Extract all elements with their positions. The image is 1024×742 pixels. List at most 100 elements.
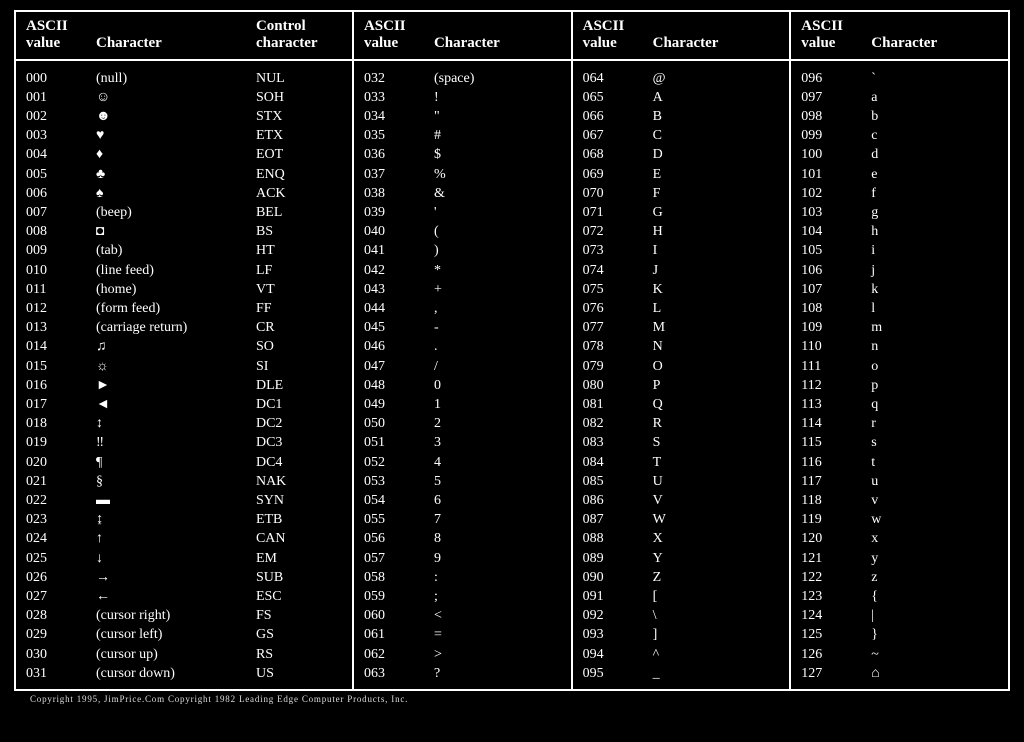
ascii-character: 0 xyxy=(422,376,565,395)
ascii-character: ! xyxy=(422,88,565,107)
table-row: 075K xyxy=(583,280,784,299)
ascii-value: 018 xyxy=(26,414,84,433)
ascii-character: c xyxy=(859,126,1002,145)
ascii-value: 020 xyxy=(26,453,84,472)
control-character: ESC xyxy=(256,587,346,606)
ascii-character: (cursor left) xyxy=(84,625,256,644)
ascii-character: B xyxy=(641,107,784,126)
ascii-character: → xyxy=(84,568,256,587)
table-row: 004♦EOT xyxy=(26,145,346,164)
table-row: 011(home)VT xyxy=(26,280,346,299)
ascii-character: (tab) xyxy=(84,241,256,260)
table-row: 027←ESC xyxy=(26,587,346,606)
ascii-character: Y xyxy=(641,549,784,568)
ascii-character: ♠ xyxy=(84,184,256,203)
ascii-value: 004 xyxy=(26,145,84,164)
control-character: DC4 xyxy=(256,453,346,472)
ascii-value: 072 xyxy=(583,222,641,241)
ascii-value: 037 xyxy=(364,165,422,184)
table-row: 0535 xyxy=(364,472,565,491)
ascii-value: 116 xyxy=(801,453,859,472)
ascii-character: 1 xyxy=(422,395,565,414)
ascii-value: 022 xyxy=(26,491,84,510)
ascii-value: 061 xyxy=(364,625,422,644)
ascii-value: 100 xyxy=(801,145,859,164)
ascii-character: r xyxy=(859,414,1002,433)
table-row: 122z xyxy=(801,568,1002,587)
ascii-table: ASCII value Character Control character … xyxy=(14,10,1010,691)
table-row: 095_ xyxy=(583,664,784,683)
ascii-value: 119 xyxy=(801,510,859,529)
table-row: 0524 xyxy=(364,453,565,472)
table-row: 069E xyxy=(583,165,784,184)
ascii-value: 103 xyxy=(801,203,859,222)
ascii-character: h xyxy=(859,222,1002,241)
table-row: 083S xyxy=(583,433,784,452)
ascii-character: W xyxy=(641,510,784,529)
table-row: 037% xyxy=(364,165,565,184)
table-row: 079O xyxy=(583,357,784,376)
ascii-character: Q xyxy=(641,395,784,414)
ascii-value: 035 xyxy=(364,126,422,145)
table-row: 120x xyxy=(801,529,1002,548)
ascii-character: ♣ xyxy=(84,165,256,184)
ascii-character: q xyxy=(859,395,1002,414)
control-character: EM xyxy=(256,549,346,568)
ascii-value: 069 xyxy=(583,165,641,184)
ascii-value: 030 xyxy=(26,645,84,664)
ascii-character: ♦ xyxy=(84,145,256,164)
table-row: 046. xyxy=(364,337,565,356)
ascii-value: 028 xyxy=(26,606,84,625)
ascii-value: 017 xyxy=(26,395,84,414)
ascii-value: 048 xyxy=(364,376,422,395)
column-0: 000(null)NUL001☺SOH002☻STX003♥ETX004♦EOT… xyxy=(15,60,353,691)
ascii-value: 112 xyxy=(801,376,859,395)
table-row: 031(cursor down)US xyxy=(26,664,346,683)
ascii-value: 027 xyxy=(26,587,84,606)
ascii-value: 050 xyxy=(364,414,422,433)
ascii-value: 045 xyxy=(364,318,422,337)
table-row: 119w xyxy=(801,510,1002,529)
control-character: SOH xyxy=(256,88,346,107)
ascii-value: 060 xyxy=(364,606,422,625)
ascii-value: 125 xyxy=(801,625,859,644)
ascii-character: 2 xyxy=(422,414,565,433)
ascii-character: ) xyxy=(422,241,565,260)
table-row: 091[ xyxy=(583,587,784,606)
control-character: FF xyxy=(256,299,346,318)
ascii-character: u xyxy=(859,472,1002,491)
table-row: 071G xyxy=(583,203,784,222)
ascii-character: } xyxy=(859,625,1002,644)
header-control-character: Control character xyxy=(256,18,346,53)
ascii-character: ¶ xyxy=(84,453,256,472)
ascii-character: m xyxy=(859,318,1002,337)
table-row: 116t xyxy=(801,453,1002,472)
ascii-character: i xyxy=(859,241,1002,260)
ascii-value: 089 xyxy=(583,549,641,568)
ascii-value: 026 xyxy=(26,568,84,587)
ascii-character: ^ xyxy=(641,645,784,664)
ascii-value: 063 xyxy=(364,664,422,683)
table-row: 0568 xyxy=(364,529,565,548)
control-character: RS xyxy=(256,645,346,664)
table-row: 033! xyxy=(364,88,565,107)
header-character: Character xyxy=(859,35,1002,52)
ascii-character: Z xyxy=(641,568,784,587)
table-row: 064@ xyxy=(583,69,784,88)
header-cell-col0: ASCII value Character Control character xyxy=(15,11,353,60)
ascii-value: 090 xyxy=(583,568,641,587)
ascii-value: 036 xyxy=(364,145,422,164)
table-row: 076L xyxy=(583,299,784,318)
ascii-value: 021 xyxy=(26,472,84,491)
ascii-character: ♫ xyxy=(84,337,256,356)
control-character: STX xyxy=(256,107,346,126)
ascii-value: 115 xyxy=(801,433,859,452)
ascii-character: U xyxy=(641,472,784,491)
table-row: 0502 xyxy=(364,414,565,433)
table-row: 126~ xyxy=(801,645,1002,664)
table-row: 024↑CAN xyxy=(26,529,346,548)
ascii-character: * xyxy=(422,261,565,280)
ascii-value: 012 xyxy=(26,299,84,318)
ascii-character: d xyxy=(859,145,1002,164)
table-row: 072H xyxy=(583,222,784,241)
